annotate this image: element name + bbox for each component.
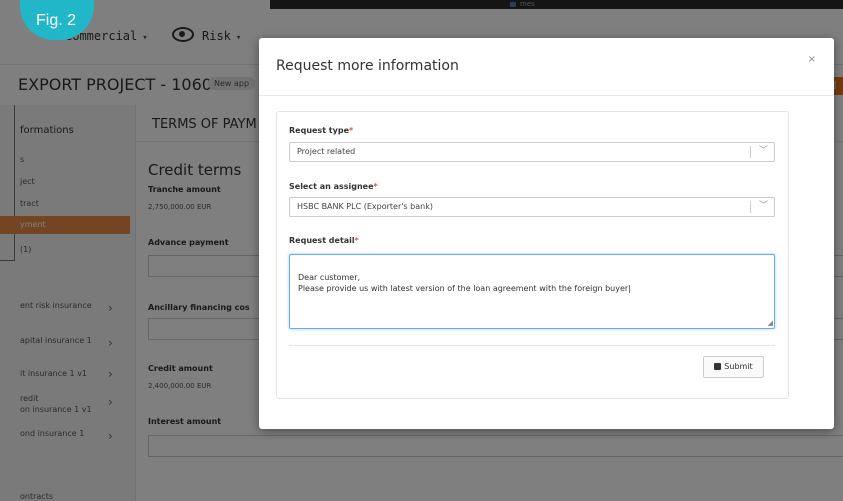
required-mark: *: [354, 236, 359, 245]
required-mark: *: [349, 126, 354, 135]
app-page: mes Commercial▾ Risk▾ EXPORT PROJECT - 1…: [0, 0, 843, 501]
modal-title: Request more information: [276, 58, 459, 74]
chevron-down-icon[interactable]: ﹀: [759, 197, 768, 215]
assignee-label-text: Select an assignee: [289, 182, 374, 191]
divider: [289, 345, 775, 346]
submit-button[interactable]: Submit: [703, 356, 764, 378]
resize-handle-icon[interactable]: ◢: [768, 320, 773, 327]
select-separator: [750, 201, 751, 213]
assignee-label: Select an assignee*: [289, 182, 378, 191]
required-mark: *: [373, 182, 378, 191]
request-type-label: Request type*: [289, 126, 353, 135]
request-type-value: Project related: [297, 147, 356, 156]
request-detail-text: Dear customer, Please provide us with la…: [298, 273, 631, 293]
request-type-select[interactable]: Project related ﹀: [289, 142, 775, 162]
request-detail-label-text: Request detail: [289, 236, 355, 245]
request-form: Request type* Project related ﹀ Select a…: [276, 111, 789, 399]
request-detail-label: Request detail*: [289, 236, 359, 245]
request-type-label-text: Request type: [289, 126, 349, 135]
close-icon[interactable]: ×: [808, 54, 816, 65]
assignee-select[interactable]: HSBC BANK PLC (Exporter's bank) ﹀: [289, 197, 775, 217]
submit-label: Submit: [724, 362, 753, 371]
divider: [259, 95, 834, 96]
select-separator: [750, 146, 751, 158]
assignee-value: HSBC BANK PLC (Exporter's bank): [297, 202, 433, 211]
chevron-down-icon[interactable]: ﹀: [759, 142, 768, 160]
save-icon: [714, 363, 722, 370]
request-info-modal: Request more information × Request type*…: [259, 38, 834, 429]
request-detail-textarea[interactable]: Dear customer, Please provide us with la…: [289, 254, 775, 329]
